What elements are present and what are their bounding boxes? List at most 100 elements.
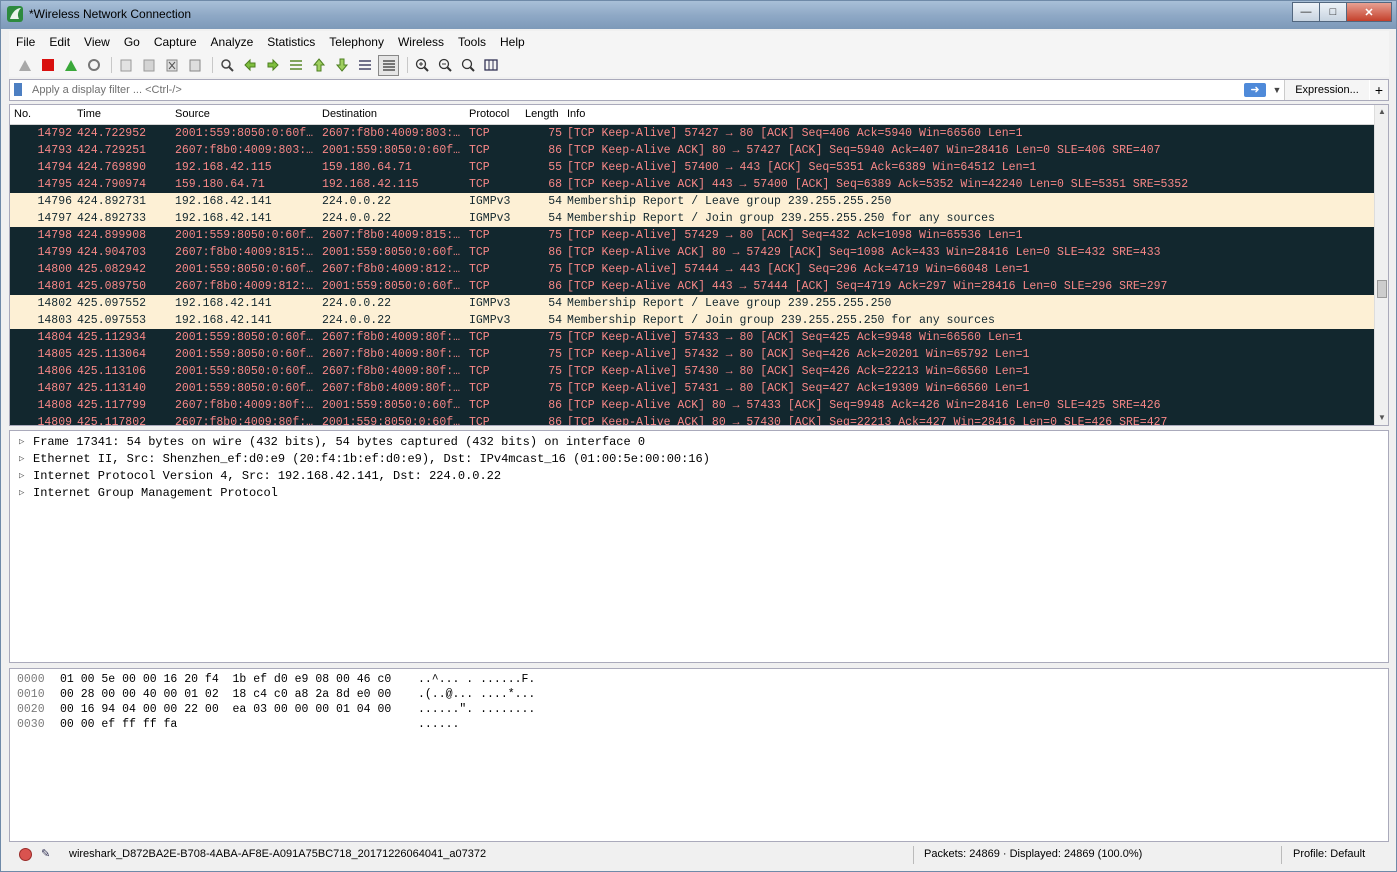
menu-go[interactable]: Go [117, 32, 147, 52]
expert-info-icon[interactable] [19, 848, 32, 861]
go-first-icon[interactable] [309, 56, 328, 75]
packet-row[interactable]: 14794 424.769890 192.168.42.115 159.180.64.… [10, 159, 1374, 176]
packet-row[interactable]: 14806 425.113106 2001:559:8050:0:60f… 2607:… [10, 363, 1374, 380]
close-file-icon[interactable] [162, 56, 181, 75]
packet-list-scrollbar[interactable]: ▲ ▼ [1374, 105, 1388, 425]
expand-arrow-icon[interactable]: ▷ [19, 468, 24, 485]
detail-igmp[interactable]: ▷ Internet Group Management Protocol [10, 485, 1388, 502]
packet-row[interactable]: 14800 425.082942 2001:559:8050:0:60f… 2607:… [10, 261, 1374, 278]
byte-ascii[interactable]: ...... [418, 717, 459, 732]
add-filter-button[interactable]: + [1370, 80, 1388, 100]
packet-row[interactable]: 14807 425.113140 2001:559:8050:0:60f… 2607:… [10, 380, 1374, 397]
menu-capture[interactable]: Capture [147, 32, 204, 52]
maximize-button[interactable]: □ [1319, 2, 1347, 22]
go-to-packet-icon[interactable] [286, 56, 305, 75]
auto-scroll-icon[interactable] [355, 56, 374, 75]
menu-analyze[interactable]: Analyze [204, 32, 261, 52]
packet-row[interactable]: 14805 425.113064 2001:559:8050:0:60f… 2607:… [10, 346, 1374, 363]
byte-ascii[interactable]: .(..@... ....*... [418, 687, 535, 702]
byte-hex[interactable]: 00 16 94 04 00 00 22 00 ea 03 00 00 00 0… [60, 702, 391, 717]
find-packet-icon[interactable] [217, 56, 236, 75]
byte-row[interactable]: 0000 01 00 5e 00 00 16 20 f4 1b ef d0 e9 … [10, 672, 1388, 687]
reload-file-icon[interactable] [185, 56, 204, 75]
column-header-destination[interactable]: Destination [322, 108, 377, 120]
byte-row[interactable]: 0010 00 28 00 00 40 00 01 02 18 c4 c0 a8 … [10, 687, 1388, 702]
close-window-button[interactable]: ✕ [1346, 2, 1392, 22]
packet-row[interactable]: 14799 424.904703 2607:f8b0:4009:815:… 2001:… [10, 244, 1374, 261]
byte-ascii[interactable]: ..^... . ......F. [418, 672, 535, 687]
packet-row[interactable]: 14804 425.112934 2001:559:8050:0:60f… 2607:… [10, 329, 1374, 346]
go-last-icon[interactable] [332, 56, 351, 75]
menu-file[interactable]: File [9, 32, 42, 52]
byte-ascii[interactable]: ......". ........ [418, 702, 535, 717]
byte-hex[interactable]: 01 00 5e 00 00 16 20 f4 1b ef d0 e9 08 0… [60, 672, 391, 687]
packet-row[interactable]: 14809 425.117802 2607:f8b0:4009:80f:… 2001:… [10, 414, 1374, 425]
go-forward-icon[interactable] [263, 56, 282, 75]
expand-arrow-icon[interactable]: ▷ [19, 451, 24, 468]
byte-row[interactable]: 0030 00 00 ef ff ff fa...... [10, 717, 1388, 732]
column-header-no[interactable]: No. [14, 108, 31, 120]
apply-filter-arrow-icon[interactable]: ➜ [1244, 83, 1266, 97]
packet-row[interactable]: 14808 425.117799 2607:f8b0:4009:80f:… 2001:… [10, 397, 1374, 414]
detail-frame[interactable]: ▷ Frame 17341: 54 bytes on wire (432 bits… [10, 434, 1388, 451]
open-file-icon[interactable] [116, 56, 135, 75]
filter-history-dropdown-icon[interactable]: ▼ [1270, 82, 1284, 98]
save-file-icon[interactable] [139, 56, 158, 75]
packet-row[interactable]: 14793 424.729251 2607:f8b0:4009:803:… 2001:… [10, 142, 1374, 159]
colorize-icon[interactable] [378, 54, 399, 76]
expand-arrow-icon[interactable]: ▷ [19, 434, 24, 451]
resize-columns-icon[interactable] [481, 56, 500, 75]
capture-options-icon[interactable] [84, 56, 103, 75]
detail-ipv4[interactable]: ▷ Internet Protocol Version 4, Src: 192.1… [10, 468, 1388, 485]
menu-telephony[interactable]: Telephony [322, 32, 391, 52]
packet-cell-src: 2001:559:8050:0:60f… [175, 263, 314, 276]
display-filter-bar: ➜ ▼ Expression... + [9, 79, 1389, 101]
menu-edit[interactable]: Edit [42, 32, 77, 52]
packet-row[interactable]: 14796 424.892731 192.168.42.141 224.0.0.22 I… [10, 193, 1374, 210]
packet-row[interactable]: 14803 425.097553 192.168.42.141 224.0.0.22 I… [10, 312, 1374, 329]
zoom-out-icon[interactable] [435, 56, 454, 75]
menu-tools[interactable]: Tools [451, 32, 493, 52]
scrollbar-thumb[interactable] [1377, 280, 1387, 298]
detail-ethernet[interactable]: ▷ Ethernet II, Src: Shenzhen_ef:d0:e9 (20… [10, 451, 1388, 468]
stop-capture-icon[interactable] [38, 56, 57, 75]
profile-selector[interactable]: Profile: Default [1293, 848, 1365, 860]
menu-wireless[interactable]: Wireless [391, 32, 451, 52]
menu-statistics[interactable]: Statistics [260, 32, 322, 52]
byte-hex[interactable]: 00 00 ef ff ff fa [60, 717, 177, 732]
packet-row[interactable]: 14802 425.097552 192.168.42.141 224.0.0.22 I… [10, 295, 1374, 312]
column-header-source[interactable]: Source [175, 108, 210, 120]
zoom-in-icon[interactable] [412, 56, 431, 75]
packet-cell-dst: 2607:f8b0:4009:803:… [322, 127, 461, 140]
scroll-down-icon[interactable]: ▼ [1375, 411, 1388, 425]
column-header-info[interactable]: Info [567, 108, 585, 120]
minimize-button[interactable]: — [1292, 2, 1320, 22]
filter-bookmark-icon[interactable] [14, 83, 22, 96]
menu-help[interactable]: Help [493, 32, 532, 52]
byte-hex[interactable]: 00 28 00 00 40 00 01 02 18 c4 c0 a8 2a 8… [60, 687, 391, 702]
packet-cell-time: 424.892733 [77, 212, 147, 225]
packet-row[interactable]: 14801 425.089750 2607:f8b0:4009:812:… 2001:… [10, 278, 1374, 295]
menu-view[interactable]: View [77, 32, 117, 52]
capture-comment-icon[interactable]: ✎ [41, 847, 57, 861]
packet-row[interactable]: 14797 424.892733 192.168.42.141 224.0.0.22 I… [10, 210, 1374, 227]
packet-cell-proto: TCP [469, 263, 490, 276]
display-filter-input[interactable] [32, 83, 1242, 97]
packet-row[interactable]: 14792 424.722952 2001:559:8050:0:60f… 2607:… [10, 125, 1374, 142]
column-header-time[interactable]: Time [77, 108, 101, 120]
normal-size-icon[interactable] [458, 56, 477, 75]
packet-row[interactable]: 14795 424.790974 159.180.64.71 192.168.42.1… [10, 176, 1374, 193]
go-back-icon[interactable] [240, 56, 259, 75]
column-header-protocol[interactable]: Protocol [469, 108, 509, 120]
title-bar[interactable]: *Wireless Network Connection — □ ✕ [1, 1, 1396, 29]
byte-row[interactable]: 0020 00 16 94 04 00 00 22 00 ea 03 00 00 … [10, 702, 1388, 717]
expression-button[interactable]: Expression... [1284, 80, 1369, 100]
scroll-up-icon[interactable]: ▲ [1375, 105, 1388, 119]
restart-capture-icon[interactable] [61, 56, 80, 75]
expand-arrow-icon[interactable]: ▷ [19, 485, 24, 502]
packet-cell-dst: 2607:f8b0:4009:80f:… [322, 365, 461, 378]
packet-cell-info: [TCP Keep-Alive ACK] 80 → 57427 [ACK] Se… [567, 144, 1161, 157]
column-header-length[interactable]: Length [525, 108, 559, 120]
shark-fin-start-icon[interactable] [15, 56, 34, 75]
packet-row[interactable]: 14798 424.899908 2001:559:8050:0:60f… 2607:… [10, 227, 1374, 244]
